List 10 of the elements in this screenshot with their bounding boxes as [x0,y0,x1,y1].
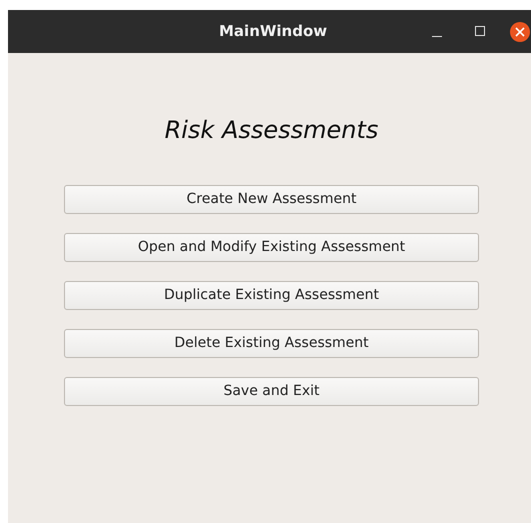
close-icon [515,27,525,37]
close-button[interactable] [510,22,530,42]
menu-button[interactable]: Save and Exit [64,377,479,406]
page-heading: Risk Assessments [164,115,380,146]
menu-button[interactable]: Create New Assessment [64,185,479,214]
menu-button[interactable]: Open and Modify Existing Assessment [64,233,479,262]
menu-button[interactable]: Duplicate Existing Assessment [64,281,479,310]
maximize-button[interactable] [475,26,485,36]
menu-button[interactable]: Delete Existing Assessment [64,329,479,358]
window-title: MainWindow [219,21,328,42]
